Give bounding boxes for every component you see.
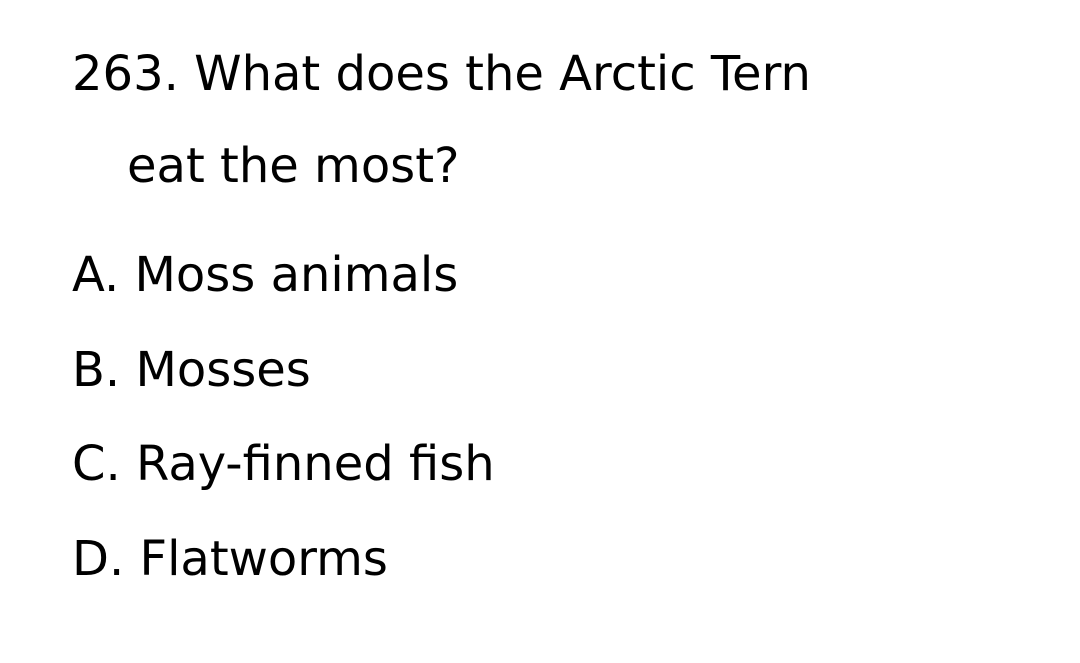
question-text: 263. What does the Arctic Tern eat the m… — [72, 28, 972, 212]
option-b: B. Mosses — [72, 341, 311, 398]
option-d: D. Flatworms — [72, 530, 388, 587]
option-c: C. Ray-finned fish — [72, 436, 495, 492]
question-line-2: eat the most? — [127, 138, 460, 194]
option-a: A. Moss animals — [72, 247, 459, 303]
question-line-1: 263. What does the Arctic Tern — [72, 46, 811, 102]
answer-options: A. Moss animals B. Mosses C. Ray-finned … — [72, 228, 495, 606]
